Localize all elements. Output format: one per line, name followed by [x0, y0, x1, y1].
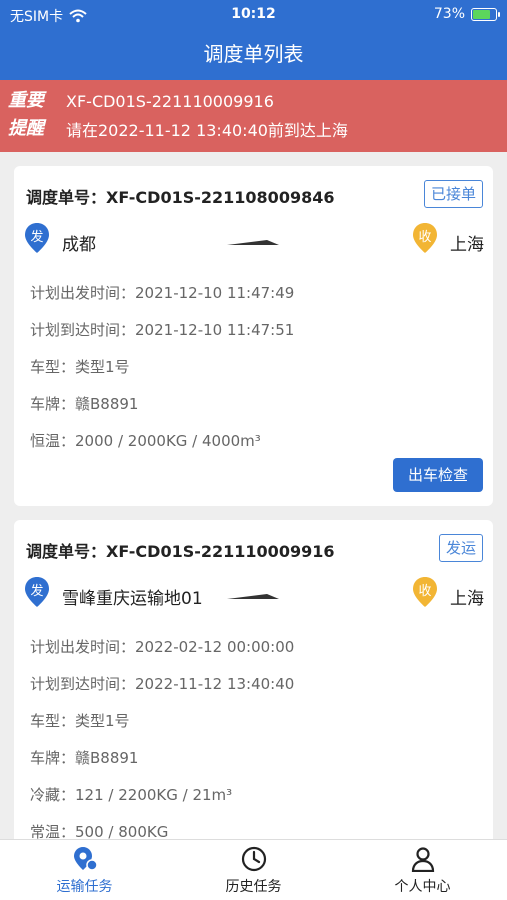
- destination-tag: 收: [418, 584, 432, 599]
- route: 发 雪峰重庆运输地01 收 上海: [14, 576, 493, 612]
- order-number-value: XF-CD01S-221108009846: [106, 188, 335, 207]
- notice-badge: 重要 提醒: [8, 87, 56, 143]
- battery-percent: 73%: [433, 6, 465, 22]
- tab-label: 运输任务: [56, 879, 113, 895]
- detail-label: 车牌：: [30, 395, 76, 413]
- order-number: 调度单号：XF-CD01S-221110009916: [26, 538, 334, 562]
- detail-row: 计划到达时间：2022-11-12 13:40:40: [30, 673, 294, 710]
- route-arrow-icon: [227, 594, 279, 599]
- route: 发 成都 收 上海: [14, 222, 493, 258]
- important-notice-banner[interactable]: 重要 提醒 XF-CD01S-221110009916 请在2022-11-12…: [0, 80, 507, 152]
- tab-transport-tasks[interactable]: 运输任务: [0, 846, 169, 896]
- detail-row: 车牌：赣B8891: [30, 393, 294, 430]
- departure-check-button[interactable]: 出车检查: [393, 458, 483, 492]
- tab-label: 历史任务: [225, 879, 282, 895]
- order-number-label: 调度单号：: [26, 542, 107, 561]
- destination-city: 上海: [450, 235, 484, 255]
- origin-city: 雪峰重庆运输地01: [62, 589, 203, 609]
- origin-city: 成都: [62, 235, 96, 255]
- detail-label: 车牌：: [30, 749, 76, 767]
- origin-tag: 发: [30, 230, 44, 245]
- detail-label: 车型：: [30, 712, 76, 730]
- detail-value: 类型1号: [75, 358, 130, 376]
- status-time: 10:12: [231, 6, 276, 22]
- notice-badge-line1: 重要: [8, 90, 44, 111]
- status-bar: 无SIM卡 10:12 73%: [0, 0, 507, 28]
- tab-history-tasks[interactable]: 历史任务: [169, 846, 338, 896]
- detail-value: 121 / 2200KG / 21m³: [75, 786, 233, 804]
- page-title: 调度单列表: [203, 42, 304, 66]
- detail-value: 2021-12-10 11:47:51: [135, 321, 295, 339]
- notice-order-no: XF-CD01S-221110009916: [66, 92, 274, 111]
- detail-label: 计划出发时间：: [30, 638, 136, 656]
- detail-row: 计划出发时间：2022-02-12 00:00:00: [30, 636, 294, 673]
- detail-value: 赣B8891: [75, 749, 139, 767]
- tab-label: 个人中心: [394, 879, 451, 895]
- bottom-tab-bar: 运输任务 历史任务 个人中心: [0, 839, 507, 900]
- detail-label: 冷藏：: [30, 786, 76, 804]
- order-number: 调度单号：XF-CD01S-221108009846: [26, 184, 334, 208]
- destination-tag: 收: [418, 230, 432, 245]
- app-header: 无SIM卡 10:12 73% 调度单列表: [0, 0, 507, 80]
- detail-row: 常温：500 / 800KG: [30, 821, 294, 839]
- detail-row: 车型：类型1号: [30, 710, 294, 747]
- detail-value: 赣B8891: [75, 395, 139, 413]
- detail-row: 计划到达时间：2021-12-10 11:47:51: [30, 319, 294, 356]
- user-icon: [411, 847, 434, 872]
- destination-city: 上海: [450, 589, 484, 609]
- origin-tag: 发: [30, 584, 44, 599]
- truck-location-icon: [73, 847, 98, 871]
- order-details: 计划出发时间：2021-12-10 11:47:49 计划到达时间：2021-1…: [30, 282, 294, 467]
- detail-label: 计划出发时间：: [30, 284, 136, 302]
- status-badge: 已接单: [423, 180, 483, 208]
- detail-row: 冷藏：121 / 2200KG / 21m³: [30, 784, 294, 821]
- detail-label: 常温：: [30, 823, 76, 839]
- order-details: 计划出发时间：2022-02-12 00:00:00 计划到达时间：2022-1…: [30, 636, 294, 839]
- detail-value: 2021-12-10 11:47:49: [135, 284, 295, 302]
- detail-value: 2022-11-12 13:40:40: [135, 675, 295, 693]
- detail-value: 2022-02-12 00:00:00: [135, 638, 295, 656]
- tab-personal-center[interactable]: 个人中心: [338, 846, 507, 896]
- detail-value: 2000 / 2000KG / 4000m³: [75, 432, 261, 450]
- route-arrow-icon: [227, 240, 279, 245]
- battery-icon: [471, 7, 500, 21]
- order-number-value: XF-CD01S-221110009916: [106, 542, 335, 561]
- notice-badge-line2: 提醒: [8, 118, 44, 139]
- order-card[interactable]: 调度单号：XF-CD01S-221110009916 发运 发 雪峰重庆运输地0…: [14, 520, 493, 839]
- status-badge: 发运: [438, 534, 483, 562]
- detail-row: 恒温：2000 / 2000KG / 4000m³: [30, 430, 294, 467]
- order-card[interactable]: 调度单号：XF-CD01S-221108009846 已接单 发 成都 收 上海…: [14, 166, 493, 506]
- notice-message: 请在2022-11-12 13:40:40前到达上海: [66, 121, 348, 140]
- detail-value: 500 / 800KG: [75, 823, 169, 839]
- detail-label: 计划到达时间：: [30, 675, 136, 693]
- clock-icon: [241, 846, 266, 872]
- detail-label: 计划到达时间：: [30, 321, 136, 339]
- detail-label: 恒温：: [30, 432, 76, 450]
- order-number-label: 调度单号：: [26, 188, 107, 207]
- detail-row: 车型：类型1号: [30, 356, 294, 393]
- detail-value: 类型1号: [75, 712, 130, 730]
- order-list[interactable]: 调度单号：XF-CD01S-221108009846 已接单 发 成都 收 上海…: [0, 152, 507, 839]
- detail-label: 车型：: [30, 358, 76, 376]
- detail-row: 车牌：赣B8891: [30, 747, 294, 784]
- detail-row: 计划出发时间：2021-12-10 11:47:49: [30, 282, 294, 319]
